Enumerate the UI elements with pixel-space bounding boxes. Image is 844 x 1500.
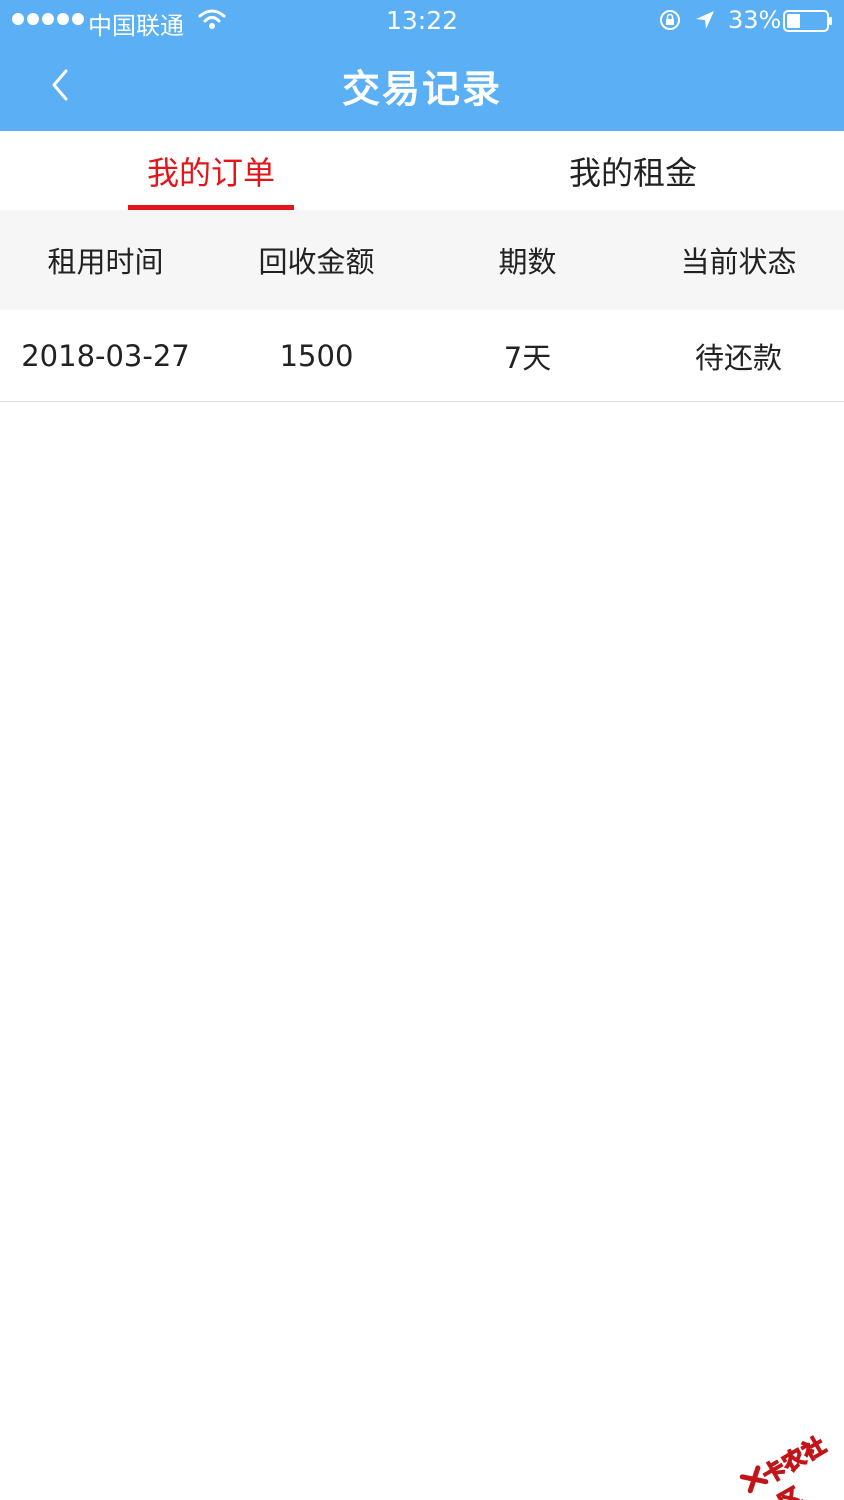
page-title: 交易记录	[341, 67, 502, 111]
location-arrow-icon	[696, 11, 714, 29]
rotation-lock-icon	[660, 10, 680, 30]
app-screen: 中国联通 13:22 33% 交易记录 我的订单 我的租金 租用时间 回收金额 …	[0, 0, 844, 1500]
battery-icon	[783, 10, 832, 32]
cell-amount: 1500	[279, 339, 354, 373]
watermark: 卡农社区	[734, 1418, 843, 1500]
tab-label: 我的租金	[568, 153, 697, 192]
tab-my-rent[interactable]: 我的租金	[422, 131, 844, 210]
status-time: 13:22	[385, 6, 459, 35]
column-header-amount: 回收金额	[258, 245, 375, 279]
navigation-bar: 交易记录	[0, 42, 844, 131]
tab-bar: 我的订单 我的租金	[0, 131, 844, 210]
table-row[interactable]: 2018-03-27 1500 7天 待还款	[0, 310, 844, 402]
tab-label: 我的订单	[146, 153, 275, 192]
header: 中国联通 13:22 33% 交易记录	[0, 0, 844, 131]
cell-status: 待还款	[694, 341, 782, 375]
tab-my-orders[interactable]: 我的订单	[0, 131, 422, 210]
column-header-rent-time: 租用时间	[47, 245, 164, 279]
table-header: 租用时间 回收金额 期数 当前状态	[0, 210, 844, 310]
status-bar: 中国联通 13:22 33%	[0, 0, 844, 42]
watermark-text: 卡农社区	[758, 1432, 832, 1500]
cell-rent-time: 2018-03-27	[21, 339, 190, 373]
column-header-period: 期数	[498, 245, 557, 279]
battery-percentage: 33%	[728, 6, 782, 34]
cell-period: 7天	[503, 341, 552, 375]
column-header-status: 当前状态	[680, 245, 797, 279]
